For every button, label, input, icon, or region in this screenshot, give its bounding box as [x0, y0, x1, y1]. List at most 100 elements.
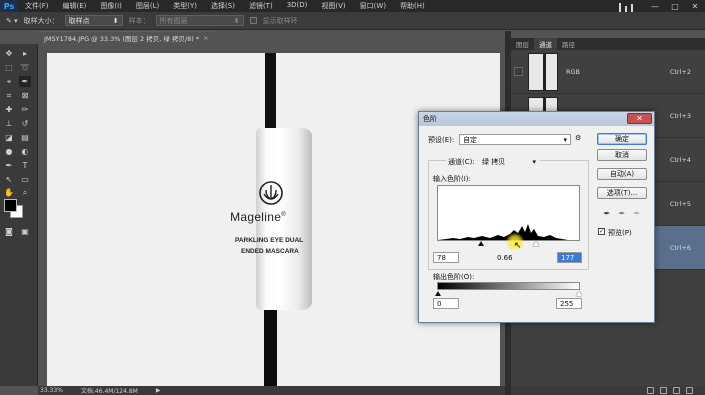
- window-controls: — □ ✕: [645, 0, 705, 12]
- zoom-level[interactable]: 33.33%: [40, 387, 63, 394]
- output-white-field[interactable]: 255: [556, 298, 582, 309]
- menu-item[interactable]: 窗口(W): [353, 1, 393, 11]
- save-selection-icon[interactable]: [660, 387, 667, 394]
- quick-mask-icon[interactable]: ◙: [3, 226, 15, 237]
- show-sampling-ring-checkbox[interactable]: [249, 17, 257, 24]
- menu-item[interactable]: 3D(D): [280, 1, 315, 11]
- menu-item[interactable]: 编辑(E): [56, 1, 94, 11]
- frame-tool-icon[interactable]: ⊠: [19, 90, 31, 101]
- close-tab-icon[interactable]: ×: [203, 34, 208, 42]
- input-gamma-field[interactable]: 0.66: [497, 254, 513, 262]
- document-tab[interactable]: JMSY1784.JPG @ 33.3% (图层 2 拷贝, 绿 拷贝/8) *…: [38, 31, 215, 44]
- channels-panel-footer: [511, 386, 705, 395]
- visibility-toggle-icon[interactable]: [514, 67, 523, 76]
- output-black-slider[interactable]: [435, 291, 441, 296]
- new-channel-icon[interactable]: [673, 387, 680, 394]
- auto-button[interactable]: 自动(A): [597, 168, 647, 180]
- levels-histogram: [437, 185, 580, 241]
- gray-eyedropper-icon[interactable]: ✒: [618, 208, 626, 218]
- sample-size-select[interactable]: 取样点 ⬍: [64, 15, 123, 26]
- brand-name-text: Mageline: [230, 210, 282, 224]
- output-white-slider[interactable]: [576, 291, 582, 296]
- histogram-graph: [438, 224, 568, 240]
- marquee-tool-icon[interactable]: ⬚: [3, 62, 15, 73]
- delete-channel-icon[interactable]: [686, 387, 693, 394]
- dodge-tool-icon[interactable]: ◐: [19, 146, 31, 157]
- brush-tool-icon[interactable]: ✏: [19, 104, 31, 115]
- healing-brush-icon[interactable]: ✚: [3, 104, 15, 115]
- hand-tool-icon[interactable]: ✋: [3, 187, 15, 198]
- foreground-color-swatch[interactable]: [4, 199, 17, 212]
- lasso-tool-icon[interactable]: ➰: [19, 62, 31, 73]
- path-select-icon[interactable]: ↖: [3, 174, 15, 185]
- shape-tool-icon[interactable]: ▭: [19, 174, 31, 185]
- input-black-slider[interactable]: [477, 241, 484, 246]
- menu-item[interactable]: 文件(F): [18, 1, 56, 11]
- zoom-tool-icon[interactable]: ⌕: [19, 187, 31, 198]
- dialog-titlebar[interactable]: 色阶: [419, 112, 654, 126]
- output-levels-gradient: [437, 282, 580, 290]
- menu-bar: Ps 文件(F) 编辑(E) 图像(I) 图层(L) 类型(Y) 选择(S) 滤镜(T) 3D…: [0, 0, 705, 12]
- type-tool-icon[interactable]: T: [19, 160, 31, 171]
- menu-item[interactable]: 帮助(H): [393, 1, 432, 11]
- tab-paths[interactable]: 路径: [557, 38, 580, 50]
- preset-value: 自定: [463, 135, 477, 144]
- artboard-tool-icon[interactable]: ▸: [19, 48, 31, 59]
- clone-stamp-icon[interactable]: ⊥: [3, 118, 15, 129]
- maximize-button[interactable]: □: [665, 0, 685, 12]
- output-levels-label: 输出色阶(O):: [433, 273, 475, 281]
- tab-layers[interactable]: 图层: [511, 38, 534, 50]
- menu-item[interactable]: 图像(I): [93, 1, 129, 11]
- history-brush-icon[interactable]: ↺: [19, 118, 31, 129]
- load-selection-icon[interactable]: [647, 387, 654, 394]
- product-tagline-1: PARKLING EYE DUAL: [235, 237, 304, 244]
- ok-button[interactable]: 确定: [597, 133, 647, 145]
- close-button[interactable]: ✕: [685, 0, 705, 12]
- white-eyedropper-icon[interactable]: ✒: [633, 208, 641, 218]
- pen-tool-icon[interactable]: ✒: [3, 160, 15, 171]
- status-bar: 33.33% 文档:46.4M/124.8M ▶: [38, 386, 510, 395]
- channel-select[interactable]: 绿 拷贝 ▾: [478, 156, 540, 167]
- menu-item[interactable]: 类型(Y): [166, 1, 204, 11]
- eyedropper-tool-icon[interactable]: ✒: [19, 76, 31, 87]
- preset-select[interactable]: 自定 ▾: [459, 134, 571, 145]
- brand-logo-icon: [259, 181, 283, 205]
- minimize-button[interactable]: —: [645, 0, 665, 12]
- menu-item[interactable]: 图层(L): [129, 1, 166, 11]
- dialog-close-button[interactable]: ✕: [627, 113, 652, 124]
- menu-item[interactable]: 视图(V): [314, 1, 352, 11]
- channel-row[interactable]: RGB Ctrl+2: [511, 50, 705, 94]
- move-tool-icon[interactable]: ✥: [3, 48, 15, 59]
- quick-select-tool-icon[interactable]: ⌖: [3, 76, 15, 87]
- dialog-title: 色阶: [423, 115, 437, 123]
- brand-name: Mageline®: [213, 210, 303, 224]
- blur-tool-icon[interactable]: ●: [3, 146, 15, 157]
- cancel-button[interactable]: 取消: [597, 149, 647, 161]
- gradient-tool-icon[interactable]: ▤: [19, 132, 31, 143]
- preview-checkbox[interactable]: ✓: [598, 228, 605, 235]
- sample-select[interactable]: 所有图层 ⬍: [155, 15, 244, 26]
- input-white-slider[interactable]: [533, 241, 540, 246]
- input-black-field[interactable]: 78: [433, 252, 459, 263]
- eraser-tool-icon[interactable]: ◪: [3, 132, 15, 143]
- preset-options-gear-icon[interactable]: ⚙: [575, 134, 581, 142]
- channel-shortcut: Ctrl+2: [669, 67, 691, 76]
- black-eyedropper-icon[interactable]: ✒: [603, 208, 611, 218]
- input-white-field[interactable]: 177: [557, 252, 582, 263]
- document-tab-title: JMSY1784.JPG @ 33.3% (图层 2 拷贝, 绿 拷贝/8) *: [44, 35, 200, 43]
- product-tagline-2: ENDED MASCARA: [241, 248, 299, 255]
- menu-item[interactable]: 滤镜(T): [242, 1, 280, 11]
- preset-label: 预设(E):: [428, 136, 455, 144]
- output-black-field[interactable]: 0: [433, 298, 459, 309]
- input-levels-label: 输入色阶(I):: [433, 175, 471, 183]
- options-button[interactable]: 选项(T)...: [597, 187, 647, 199]
- levels-dialog: 色阶 ✕ 预设(E): 自定 ▾ ⚙ 确定 取消 自动(A) 选项(T)... ✒…: [418, 111, 655, 323]
- preview-label: 预览(P): [608, 229, 632, 237]
- photoshop-logo: Ps: [0, 0, 18, 12]
- brand-registered-mark: ®: [281, 212, 286, 218]
- status-menu-arrow-icon[interactable]: ▶: [156, 387, 161, 394]
- menu-item[interactable]: 选择(S): [204, 1, 242, 11]
- screen-mode-icon[interactable]: ▣: [19, 226, 31, 237]
- crop-tool-icon[interactable]: ⌗: [3, 90, 15, 101]
- tab-channels[interactable]: 通道: [534, 38, 557, 50]
